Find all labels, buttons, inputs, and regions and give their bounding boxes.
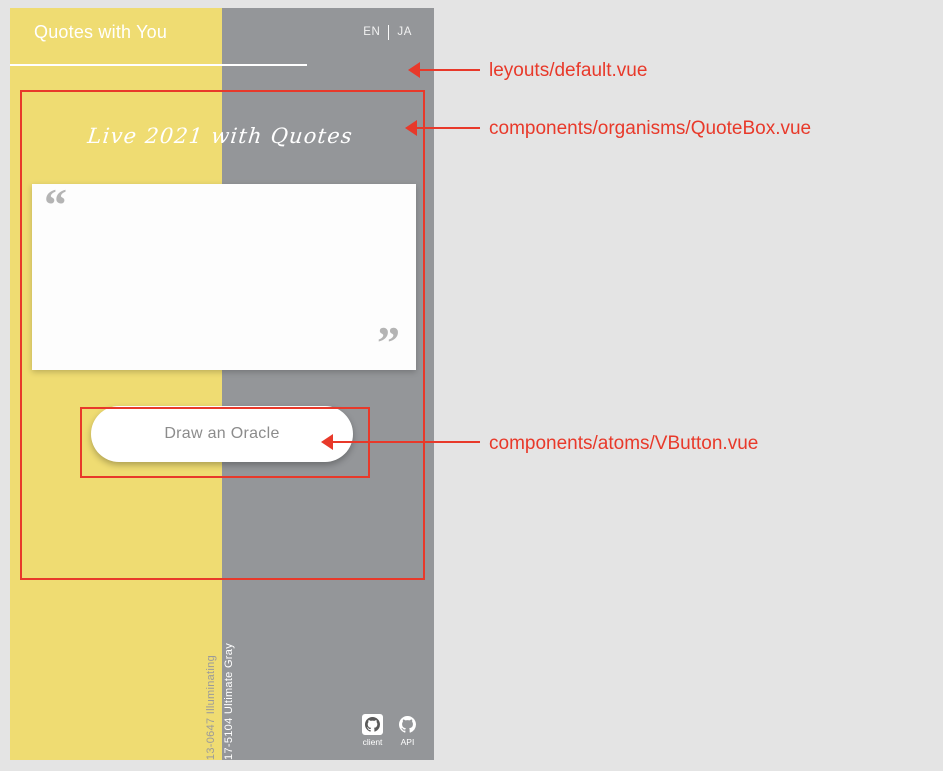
lang-option-ja[interactable]: JA [397,26,412,38]
pantone-label-illuminating: 13-0647 Illuminating [205,654,217,760]
quote-card: “ ” [32,179,416,370]
site-header: Quotes with You EN JA [10,8,434,56]
github-icon [362,713,383,735]
pantone-labels: 13-0647 Illuminating 17-5104 Ultimate Gr… [10,641,235,760]
repo-link-client[interactable]: client [362,713,383,747]
annotation-label-vbutton: components/atoms/VButton.vue [489,433,759,454]
repo-link-client-label: client [362,736,383,747]
repo-link-api-label: API [400,736,415,747]
draw-oracle-button[interactable]: Draw an Oracle [91,406,353,462]
header-divider [10,64,307,66]
quote-box: Live 2021 with Quotes “ ” Draw an Oracle [10,92,434,462]
github-icon [397,714,418,735]
site-title: Quotes with You [34,22,168,42]
site-footer: 13-0647 Illuminating 17-5104 Ultimate Gr… [10,600,434,760]
app-panel: Quotes with You EN JA Live 2021 with Quo… [10,8,434,760]
repo-link-api[interactable]: API [397,714,418,747]
pantone-label-ultimate-gray: 17-5104 Ultimate Gray [223,643,235,760]
repo-links: client API [362,713,418,747]
draw-button-container: Draw an Oracle [10,406,434,462]
quote-text [60,238,388,318]
language-switcher[interactable]: EN JA [363,24,412,40]
app-content: Quotes with You EN JA Live 2021 with Quo… [10,8,434,760]
lang-option-en[interactable]: EN [363,26,380,38]
close-quote-icon: ” [377,317,400,368]
open-quote-icon: “ [44,179,67,230]
quote-box-title: Live 2021 with Quotes [86,124,355,148]
annotation-label-quotebox: components/organisms/QuoteBox.vue [489,118,812,139]
annotation-label-layout: leyouts/default.vue [489,60,648,81]
lang-separator [388,24,390,40]
